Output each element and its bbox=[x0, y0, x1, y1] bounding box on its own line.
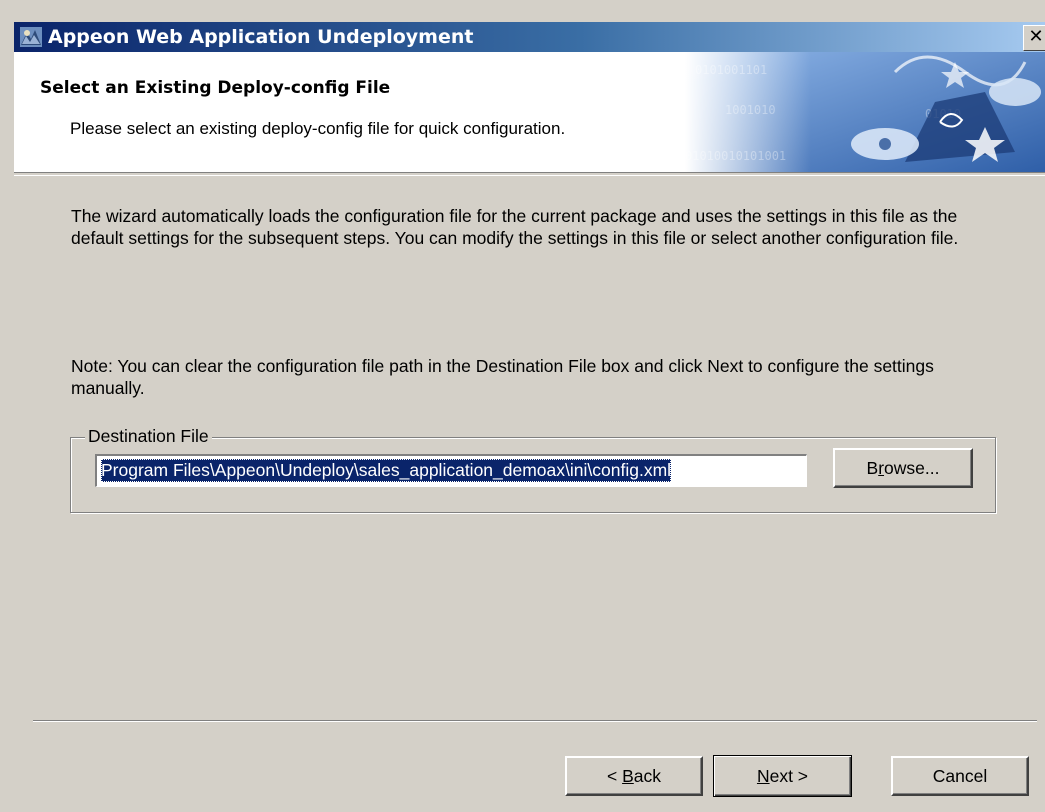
destination-file-value: Program Files\Appeon\Undeploy\sales_appl… bbox=[101, 459, 672, 482]
header-divider bbox=[14, 172, 1045, 176]
browse-button[interactable]: Browse... bbox=[833, 448, 973, 488]
step-title: Select an Existing Deploy-config File bbox=[40, 78, 391, 98]
footer-divider bbox=[33, 720, 1037, 722]
close-icon[interactable]: ✕ bbox=[1023, 25, 1045, 51]
step-subtitle: Please select an existing deploy-config … bbox=[70, 119, 566, 138]
wizard-banner-art: 0101001101 1001010 01010010101001 01010 bbox=[685, 52, 1045, 172]
back-button[interactable]: < Back bbox=[565, 756, 703, 796]
title-bar[interactable]: Appeon Web Application Undeployment ✕ bbox=[14, 22, 1045, 52]
appeon-app-icon bbox=[18, 24, 44, 50]
window-title: Appeon Web Application Undeployment bbox=[48, 26, 474, 48]
destination-file-input[interactable]: Program Files\Appeon\Undeploy\sales_appl… bbox=[95, 454, 807, 487]
destination-file-label: Destination File bbox=[85, 426, 212, 447]
description-text: The wizard automatically loads the confi… bbox=[71, 206, 959, 248]
destination-file-group: Destination File Program Files\Appeon\Un… bbox=[70, 426, 996, 513]
next-button[interactable]: Next > bbox=[713, 755, 852, 797]
wizard-header: Select an Existing Deploy-config File Pl… bbox=[14, 52, 1045, 172]
undeployment-wizard-window: Appeon Web Application Undeployment ✕ Se… bbox=[0, 0, 1045, 812]
note-text: Note: You can clear the configuration fi… bbox=[71, 356, 934, 398]
cancel-button[interactable]: Cancel bbox=[891, 756, 1029, 796]
